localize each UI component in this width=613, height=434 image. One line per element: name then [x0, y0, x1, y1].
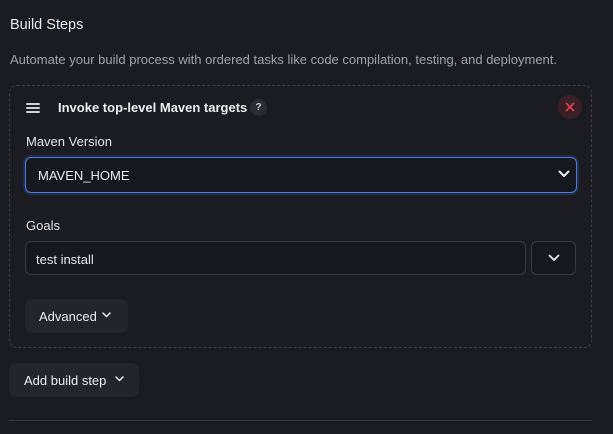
section-description: Automate your build process with ordered…	[10, 52, 558, 67]
chevron-down-icon	[548, 254, 560, 261]
help-icon[interactable]: ?	[250, 99, 267, 116]
close-icon	[565, 102, 575, 112]
goals-value: test install	[36, 252, 94, 267]
build-step-card: Invoke top-level Maven targets ? Maven V…	[9, 85, 592, 348]
add-build-step-label: Add build step	[24, 373, 107, 388]
add-build-step-button[interactable]: Add build step	[9, 363, 139, 397]
chevron-down-icon	[558, 170, 570, 177]
advanced-label: Advanced	[39, 309, 97, 324]
goals-label: Goals	[26, 218, 60, 233]
section-title: Build Steps	[10, 17, 84, 33]
build-steps-page: Build Steps Automate your build process …	[0, 0, 613, 434]
maven-version-value: MAVEN_HOME	[38, 168, 130, 183]
remove-step-button[interactable]	[558, 95, 582, 119]
maven-version-label: Maven Version	[26, 134, 112, 149]
expand-goals-button[interactable]	[531, 241, 576, 275]
goals-input[interactable]: test install	[25, 241, 526, 275]
chevron-down-icon	[115, 376, 124, 382]
step-title: Invoke top-level Maven targets	[58, 100, 248, 115]
drag-handle-icon[interactable]	[26, 103, 40, 113]
maven-version-select[interactable]: MAVEN_HOME	[25, 157, 577, 193]
chevron-down-icon	[102, 312, 111, 318]
advanced-button[interactable]: Advanced	[25, 299, 128, 333]
section-divider	[9, 420, 592, 421]
